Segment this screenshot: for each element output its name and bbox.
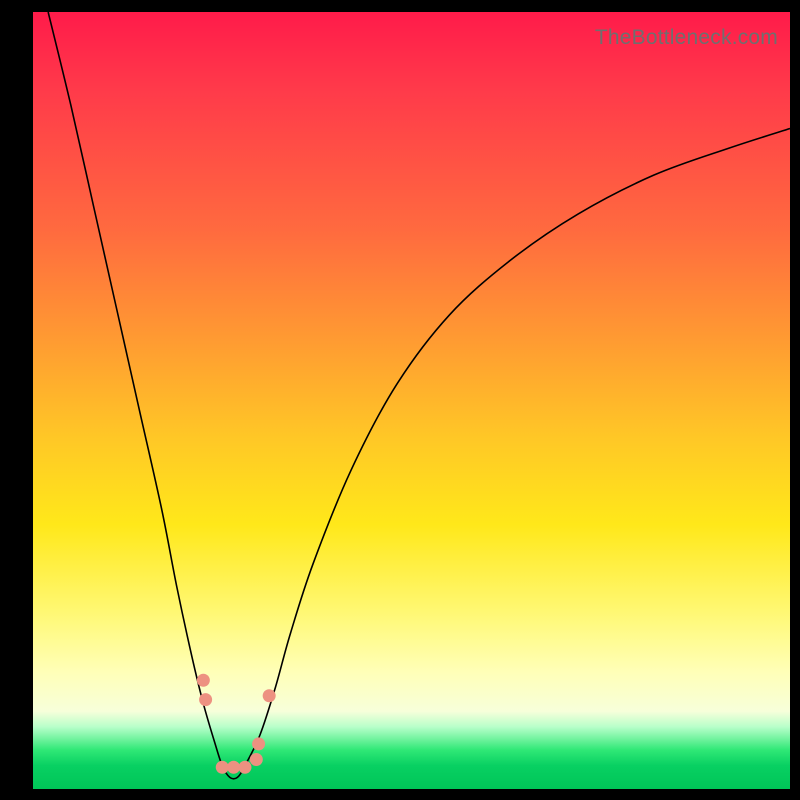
data-marker: [252, 737, 265, 750]
data-marker: [197, 674, 210, 687]
data-marker: [238, 761, 251, 774]
data-marker: [216, 761, 229, 774]
bottleneck-curve: [48, 12, 790, 779]
chart-frame: TheBottleneck.com: [0, 0, 800, 800]
data-marker: [263, 689, 276, 702]
curve-layer: [33, 12, 790, 789]
data-marker: [227, 761, 240, 774]
plot-area: TheBottleneck.com: [33, 12, 790, 789]
data-marker: [199, 693, 212, 706]
data-marker: [250, 753, 263, 766]
